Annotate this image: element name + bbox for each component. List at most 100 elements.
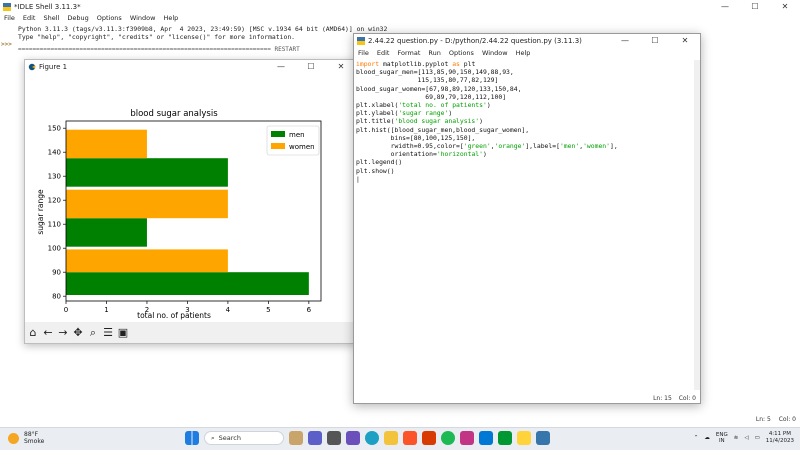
x-tick-label-1: 1 xyxy=(104,306,108,314)
chevron-up-icon[interactable]: ⌃ xyxy=(694,435,699,441)
close-button[interactable]: ✕ xyxy=(770,0,800,14)
shell-status-ln: Ln: 5 xyxy=(755,416,771,423)
weather-widget[interactable]: 88°F Smoke xyxy=(8,431,44,445)
legend-label-women: women xyxy=(289,143,315,151)
instagram-icon[interactable] xyxy=(460,431,474,445)
volume-icon[interactable]: ◁ xyxy=(744,435,748,441)
chart-title: blood sugar analysis xyxy=(130,109,218,119)
editor-menu-options[interactable]: Options xyxy=(445,49,478,57)
home-icon[interactable]: ⌂ xyxy=(27,326,39,340)
editor-menu-file[interactable]: File xyxy=(354,49,373,57)
editor-title: 2.44.22 question.py - D:/python/2.44.22 … xyxy=(368,37,582,45)
meet-icon[interactable] xyxy=(346,431,360,445)
menu-help[interactable]: Help xyxy=(159,14,182,22)
cloud-icon[interactable]: ☁ xyxy=(704,435,710,441)
bar-men-1 xyxy=(66,218,147,247)
editor-menu-run[interactable]: Run xyxy=(424,49,444,57)
legend-swatch-women xyxy=(271,143,285,149)
widgets-icon[interactable] xyxy=(289,431,303,445)
office-icon[interactable] xyxy=(422,431,436,445)
y-tick-label-80: 80 xyxy=(52,293,61,301)
bar-women-1 xyxy=(66,189,228,219)
editor-statusbar: Ln: 15 Col: 0 xyxy=(648,395,696,402)
save-icon[interactable]: ▣ xyxy=(117,326,129,340)
wifi-icon[interactable]: ≋ xyxy=(734,435,739,441)
python-app-icon[interactable] xyxy=(536,431,550,445)
edge-icon[interactable] xyxy=(365,431,379,445)
minimize-button[interactable]: — xyxy=(710,0,740,14)
weather-condition: Smoke xyxy=(24,438,45,445)
chart-canvas: blood sugar analysis 0 1 2 3 4 5 6809010011012… xyxy=(25,74,356,322)
shell-titlebar: *IDLE Shell 3.11.3* — ☐ ✕ xyxy=(0,0,800,14)
editor-scrollbar[interactable] xyxy=(694,60,700,390)
idle-icon[interactable] xyxy=(517,431,531,445)
editor-minimize-button[interactable]: — xyxy=(610,34,640,48)
editor-close-button[interactable]: ✕ xyxy=(670,34,700,48)
forward-icon[interactable]: → xyxy=(57,326,69,340)
figure-maximize-button[interactable]: ☐ xyxy=(296,60,326,74)
shell-output: Python 3.11.3 (tags/v3.11.3:f3909b8, Apr… xyxy=(18,25,387,41)
python-icon xyxy=(3,3,11,11)
editor-menu-edit[interactable]: Edit xyxy=(373,49,394,57)
search-label: Search xyxy=(218,434,241,442)
language-indicator[interactable]: ENG IN xyxy=(716,432,728,445)
windows-start-icon[interactable] xyxy=(185,431,199,445)
x-tick-label-6: 6 xyxy=(307,306,312,314)
figure-close-button[interactable]: ✕ xyxy=(326,60,356,74)
teams-icon[interactable] xyxy=(308,431,322,445)
menu-options[interactable]: Options xyxy=(93,14,126,22)
python-icon xyxy=(357,37,365,45)
editor-menu-window[interactable]: Window xyxy=(478,49,512,57)
weather-temp: 88°F xyxy=(24,431,39,438)
shell-prompt: >>> xyxy=(1,41,12,48)
y-tick-label-120: 120 xyxy=(48,197,61,205)
vim-icon[interactable] xyxy=(498,431,512,445)
configure-icon[interactable]: ☰ xyxy=(102,326,114,340)
zoom-icon[interactable]: ⌕ xyxy=(87,326,99,340)
maximize-button[interactable]: ☐ xyxy=(740,0,770,14)
figure-titlebar: Figure 1 — ☐ ✕ xyxy=(25,60,356,74)
bar-women-0 xyxy=(66,249,228,273)
legend-swatch-men xyxy=(271,131,285,137)
y-tick-label-90: 90 xyxy=(52,269,61,277)
bar-men-2 xyxy=(66,158,228,187)
clock-time: 4:11 PM xyxy=(768,431,791,437)
menu-file[interactable]: File xyxy=(0,14,19,22)
taskbar-apps: ⌕ Search xyxy=(185,431,550,445)
file-explorer-icon[interactable] xyxy=(384,431,398,445)
editor-window: 2.44.22 question.py - D:/python/2.44.22 … xyxy=(353,33,701,404)
clock-date: 11/4/2023 xyxy=(765,438,794,444)
bar-women-2 xyxy=(66,129,147,159)
figure-minimize-button[interactable]: — xyxy=(266,60,296,74)
menu-debug[interactable]: Debug xyxy=(63,14,92,22)
editor-menu-format[interactable]: Format xyxy=(393,49,424,57)
menu-window[interactable]: Window xyxy=(126,14,160,22)
back-icon[interactable]: ← xyxy=(42,326,54,340)
sun-icon xyxy=(8,432,19,444)
editor-menu-help[interactable]: Help xyxy=(512,49,535,57)
code-editor[interactable]: import matplotlib.pyplot as plt blood_su… xyxy=(356,60,618,183)
system-tray: ⌃ ☁ ENG IN ≋ ◁ ▭ 4:11 PM 11/4/2023 xyxy=(694,431,794,445)
figure-title: Figure 1 xyxy=(39,63,68,71)
menu-edit[interactable]: Edit xyxy=(19,14,40,22)
store-icon[interactable] xyxy=(479,431,493,445)
x-axis-label: total no. of patients xyxy=(137,311,211,320)
spotify-icon[interactable] xyxy=(441,431,455,445)
x-tick-label-5: 5 xyxy=(266,306,270,314)
matplotlib-icon xyxy=(28,63,36,71)
editor-maximize-button[interactable]: ☐ xyxy=(640,34,670,48)
shell-line-2: Type "help", "copyright", "credits" or "… xyxy=(18,33,296,41)
editor-menubar: File Edit Format Run Options Window Help xyxy=(354,49,700,57)
y-tick-label-110: 110 xyxy=(48,221,61,229)
battery-icon[interactable]: ▭ xyxy=(755,435,760,441)
menu-shell[interactable]: Shell xyxy=(39,14,63,22)
brave-icon[interactable] xyxy=(403,431,417,445)
y-tick-label-100: 100 xyxy=(48,245,61,253)
clock[interactable]: 4:11 PM 11/4/2023 xyxy=(766,431,794,445)
shell-title: *IDLE Shell 3.11.3* xyxy=(14,3,81,11)
x-tick-label-0: 0 xyxy=(64,306,68,314)
camera-app-icon[interactable] xyxy=(327,431,341,445)
pan-icon[interactable]: ✥ xyxy=(72,326,84,340)
y-tick-label-150: 150 xyxy=(48,125,61,133)
taskbar-search[interactable]: ⌕ Search xyxy=(204,431,284,445)
